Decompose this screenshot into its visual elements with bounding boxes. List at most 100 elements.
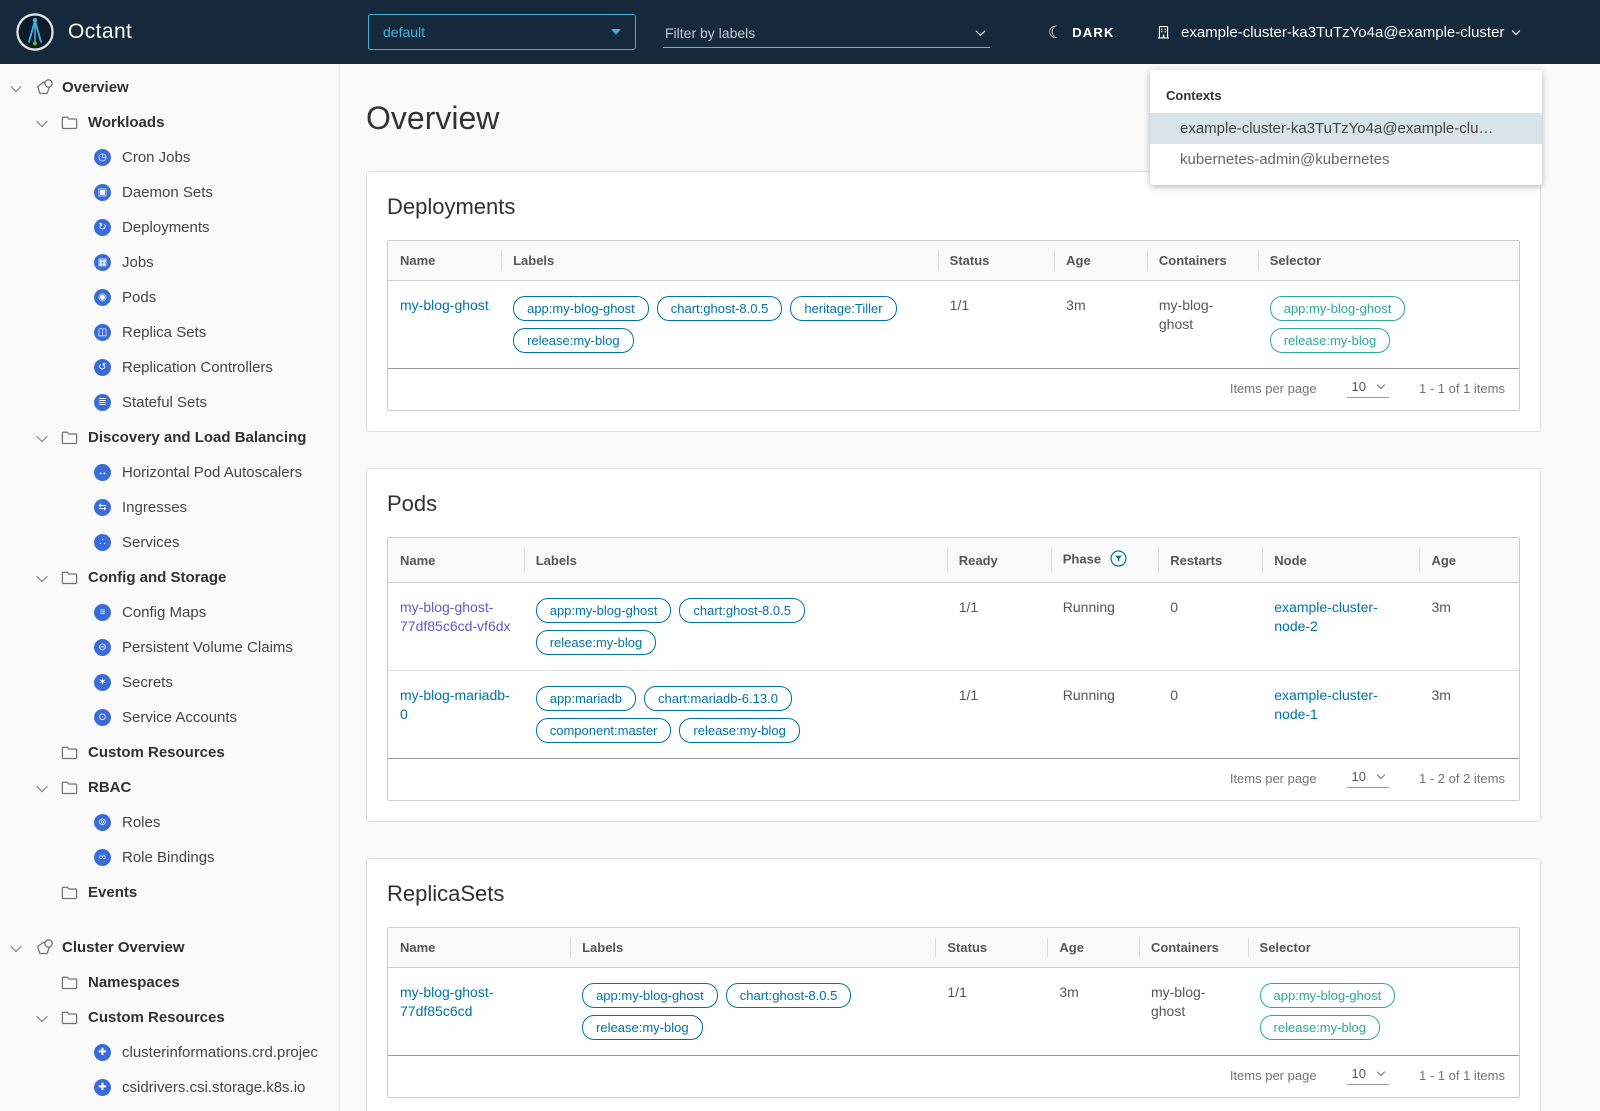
- resource-link[interactable]: my-blog-ghost: [400, 297, 489, 313]
- label-badge: chart:ghost-8.0.5: [656, 296, 783, 321]
- pagination-range: 1 - 2 of 2 items: [1419, 771, 1505, 786]
- column-header-label: Selector: [1259, 940, 1311, 955]
- sidebar-item-roles[interactable]: ⊚ Roles: [0, 805, 339, 840]
- sidebar-item-label: Config Maps: [122, 604, 207, 621]
- column-header-label: Name: [400, 940, 436, 955]
- cell-value: 3m: [1059, 984, 1079, 1000]
- column-header-containers: Containers: [1138, 928, 1248, 968]
- sidebar-item-label: Service Accounts: [122, 709, 238, 726]
- sidebar-item-daemon-sets[interactable]: ▣ Daemon Sets: [0, 175, 339, 210]
- sidebar-item-persistent-volume-claims[interactable]: ⊖ Persistent Volume Claims: [0, 630, 339, 665]
- label-badge: app:my-blog-ghost: [513, 296, 649, 321]
- page-size-select[interactable]: 10: [1346, 769, 1390, 788]
- sidebar-item-clusterinformations-crd-projec[interactable]: ✚ clusterinformations.crd.projec: [0, 1035, 339, 1070]
- sidebar-item-config-maps[interactable]: ≡ Config Maps: [0, 595, 339, 630]
- folder-icon: [60, 428, 86, 447]
- sidebar-item-custom-resources[interactable]: Custom Resources: [0, 1000, 339, 1035]
- theme-toggle[interactable]: ☾ DARK: [1048, 0, 1115, 64]
- resource-link[interactable]: my-blog-ghost-77df85c6cd: [400, 984, 493, 1019]
- chevron-down-icon: [36, 780, 48, 792]
- cell-labels: app:my-blog-ghost release:my-blog: [1248, 968, 1519, 1056]
- cron-jobs-icon: ◷: [94, 149, 111, 166]
- cell-labels: app:my-blog-ghost chart:ghost-8.0.5 releas…: [570, 968, 935, 1056]
- sidebar-item-label: Cluster Overview: [62, 939, 185, 956]
- sidebar-item-deployments[interactable]: ↻ Deployments: [0, 210, 339, 245]
- resource-link[interactable]: example-cluster-node-1: [1274, 687, 1377, 722]
- sidebar-item-secrets[interactable]: ✶ Secrets: [0, 665, 339, 700]
- column-header-label: Labels: [535, 552, 577, 568]
- sidebar-item-label: Daemon Sets: [122, 184, 213, 201]
- role-bindings-icon: ∞: [94, 849, 111, 866]
- sidebar-item-services[interactable]: ∴ Services: [0, 525, 339, 560]
- column-header-label: Status: [947, 940, 988, 955]
- column-header-labels: Labels: [570, 928, 936, 968]
- column-header-label: Ready: [958, 552, 998, 568]
- folder-icon: [60, 883, 86, 902]
- sidebar-item-stateful-sets[interactable]: ≣ Stateful Sets: [0, 385, 339, 420]
- sidebar-item-label: csidrivers.csi.storage.k8s.io: [122, 1079, 306, 1096]
- sidebar-item-overview[interactable]: Overview: [0, 70, 339, 105]
- datagrid: Name Labels Ready Phase Restarts Node Age my-bl…: [387, 537, 1520, 801]
- sidebar-item-horizontal-pod-autoscalers[interactable]: ↔ Horizontal Pod Autoscalers: [0, 455, 339, 490]
- sidebar-item-pods[interactable]: ◉ Pods: [0, 280, 339, 315]
- label-badge: release:my-blog: [679, 718, 800, 743]
- sidebar-item-cron-jobs[interactable]: ◷ Cron Jobs: [0, 140, 339, 175]
- datagrid: Name Labels Status Age Containers Selector my-…: [387, 927, 1520, 1098]
- context-switcher[interactable]: example-cluster-ka3TuTzYo4a@example-clus…: [1155, 0, 1521, 64]
- page-size-select[interactable]: 10: [1346, 379, 1390, 398]
- sidebar-item-config-and-storage[interactable]: Config and Storage: [0, 560, 339, 595]
- sidebar-item-namespaces[interactable]: Namespaces: [0, 965, 339, 1000]
- sidebar-item-workloads[interactable]: Workloads: [0, 105, 339, 140]
- label-badge: heritage:Tiller: [790, 296, 897, 321]
- app-title: Octant: [68, 20, 133, 43]
- pagination-range: 1 - 1 of 1 items: [1419, 1068, 1505, 1083]
- chevron-down-icon: [1376, 380, 1386, 390]
- label-badge: component:master: [535, 718, 672, 743]
- building-icon: [1158, 26, 1169, 39]
- card-title: Deployments: [387, 194, 516, 219]
- contexts-menu-items: example-cluster-ka3TuTzYo4a@example-clu……: [1150, 113, 1542, 175]
- pods-card: Pods Name Labels Ready Phase Restarts Node Age m…: [366, 468, 1541, 822]
- items-per-page-label: Items per page: [1229, 771, 1317, 786]
- sidebar-nav: Overview Workloads ◷ Cron Jobs ▣ Daemon Sets ↻…: [0, 70, 339, 1105]
- cell-value: 3m: [1431, 599, 1451, 615]
- sidebar-item-csidrivers-csi-storage-k8s-io[interactable]: ✚ csidrivers.csi.storage.k8s.io: [0, 1070, 339, 1105]
- column-header-label: Age: [1059, 940, 1084, 955]
- sidebar-item-discovery-and-load-balancing[interactable]: Discovery and Load Balancing: [0, 420, 339, 455]
- filter-icon[interactable]: [1110, 550, 1127, 570]
- cell-value: 3m: [1066, 297, 1086, 313]
- sidebar-item-label: Pods: [122, 289, 157, 306]
- sidebar-item-replication-controllers[interactable]: ↺ Replication Controllers: [0, 350, 339, 385]
- sidebar-item-cluster-overview[interactable]: Cluster Overview: [0, 930, 339, 965]
- folder-icon: [60, 113, 86, 132]
- cell-text: Running: [1050, 670, 1159, 758]
- sidebar-item-jobs[interactable]: ▦ Jobs: [0, 245, 339, 280]
- context-menu-item[interactable]: example-cluster-ka3TuTzYo4a@example-clu…: [1150, 113, 1542, 144]
- column-header-status: Status: [937, 241, 1055, 281]
- sidebar-item-rbac[interactable]: RBAC: [0, 770, 339, 805]
- sidebar-item-role-bindings[interactable]: ∞ Role Bindings: [0, 840, 339, 875]
- cards-container: Deployments Name Labels Status Age Containers…: [366, 171, 1541, 1111]
- sidebar-item-label: Replica Sets: [122, 324, 207, 341]
- sidebar-item-label: Deployments: [122, 219, 210, 236]
- resource-link[interactable]: my-blog-ghost-77df85c6cd-vf6dx: [400, 599, 511, 634]
- sidebar-item-ingresses[interactable]: ⇆ Ingresses: [0, 490, 339, 525]
- label-filter-input[interactable]: Filter by labels: [663, 18, 990, 48]
- resource-link[interactable]: my-blog-mariadb-0: [400, 687, 510, 722]
- page-size-select[interactable]: 10: [1346, 1066, 1390, 1085]
- replication-controllers-icon: ↺: [94, 359, 111, 376]
- resource-link[interactable]: example-cluster-node-2: [1274, 599, 1377, 634]
- namespace-select[interactable]: default: [368, 14, 636, 50]
- contexts-menu: Contexts example-cluster-ka3TuTzYo4a@exa…: [1150, 70, 1542, 185]
- jobs-icon: ▦: [94, 254, 111, 271]
- sidebar-item-label: Stateful Sets: [122, 394, 208, 411]
- datagrid: Name Labels Status Age Containers Selector my-…: [387, 240, 1520, 411]
- sidebar-item-events[interactable]: Events: [0, 875, 339, 910]
- column-header-label: Containers: [1150, 940, 1219, 955]
- theme-toggle-label: DARK: [1072, 24, 1115, 40]
- column-header-selector: Selector: [1257, 241, 1519, 281]
- sidebar-item-custom-resources[interactable]: Custom Resources: [0, 735, 339, 770]
- sidebar-item-service-accounts[interactable]: ⊙ Service Accounts: [0, 700, 339, 735]
- context-menu-item[interactable]: kubernetes-admin@kubernetes: [1150, 144, 1542, 175]
- sidebar-item-replica-sets[interactable]: ◫ Replica Sets: [0, 315, 339, 350]
